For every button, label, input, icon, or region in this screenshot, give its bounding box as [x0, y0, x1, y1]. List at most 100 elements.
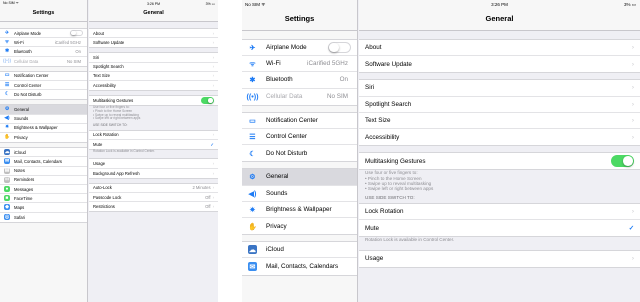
multitasking-gestures-toggle[interactable] — [611, 155, 634, 168]
sidebar-item-icloud[interactable]: ☁ iCloud — [242, 242, 357, 259]
sidebar-item-privacy[interactable]: ✋ Privacy — [242, 218, 357, 234]
row-label: Mail, Contacts, Calendars — [266, 262, 339, 270]
toggle-knob — [71, 30, 76, 36]
general-item-text-size[interactable]: Text Size › — [359, 113, 640, 129]
checkmark-icon: ✓ — [628, 224, 634, 232]
wifi-icon: ᯤ — [249, 58, 256, 68]
sidebar-item-control-center[interactable]: ☰ Control Center — [0, 81, 87, 91]
general-item-accessibility[interactable]: Accessibility › — [89, 81, 218, 90]
carrier-label: No SIM ᯤ — [3, 1, 19, 5]
row-label: Messages — [14, 186, 34, 192]
sidebar-item-brightness-wallpaper[interactable]: ✷ Brightness & Wallpaper — [0, 124, 87, 133]
sidebar-item-bluetooth[interactable]: ✱ Bluetooth On — [0, 47, 87, 57]
chevron-right-icon: › — [212, 30, 214, 36]
general-item-about[interactable]: About › — [89, 29, 218, 39]
general-item-spotlight-search[interactable]: Spotlight Search › — [89, 63, 218, 72]
row-label: Text Size — [365, 116, 391, 124]
general-item-multitasking-gestures[interactable]: Multitasking Gestures — [359, 153, 640, 169]
row-label: Airplane Mode — [266, 44, 307, 52]
sidebar-item-maps[interactable]: ◆ Maps — [0, 203, 87, 213]
row-label: Sounds — [266, 189, 288, 197]
chevron-right-icon: › — [212, 64, 214, 70]
sidebar-item-notes[interactable]: ▤ Notes — [0, 167, 87, 176]
sidebar-item-wi-fi[interactable]: ᯤ Wi-Fi iCarifed 5GHz — [0, 38, 87, 48]
general-item-text-size[interactable]: Text Size › — [89, 72, 218, 81]
sidebar-item-cellular-data[interactable]: ((•)) Cellular Data No SIM — [0, 57, 87, 66]
general-pane: 3:26 PM 3% ▭ General About › Software Upda… — [359, 0, 640, 302]
general-item-auto-lock[interactable]: Auto-Lock 2 Minutes › — [89, 184, 218, 193]
row-value: 2 Minutes — [192, 185, 211, 191]
row-label: Accessibility — [365, 133, 400, 141]
safari-icon: ◎ — [4, 214, 10, 221]
sidebar-item-wi-fi[interactable]: ᯤ Wi-Fi iCarified 5GHz — [242, 56, 357, 73]
sidebar-item-sounds[interactable]: ◀) Sounds — [242, 186, 357, 202]
sidebar-item-sounds[interactable]: ◀) Sounds — [0, 115, 87, 124]
row-label: Cellular Data — [14, 58, 39, 64]
general-item-software-update[interactable]: Software Update › — [359, 56, 640, 72]
general-item-passcode-lock[interactable]: Passcode Lock Off › — [89, 193, 218, 203]
clock-label: 3:26 PM — [146, 1, 161, 6]
sidebar-group-general: ⚙ General ◀) Sounds ✷ Brightness & Wallpaper ✋… — [242, 168, 357, 236]
sidebar-item-notification-center[interactable]: ▭ Notification Center — [0, 72, 87, 81]
sidebar-item-safari[interactable]: ◎ Safari — [0, 213, 87, 222]
row-label: Usage — [93, 160, 106, 166]
sidebar-item-bluetooth[interactable]: ✱ Bluetooth On — [242, 72, 357, 89]
sidebar-item-general[interactable]: ⚙ General — [242, 169, 357, 186]
general-item-spotlight-search[interactable]: Spotlight Search › — [359, 97, 640, 113]
row-label: Brightness & Wallpaper — [266, 205, 332, 213]
sidebar-item-mail-contacts-calendars[interactable]: ✉ Mail, Contacts, Calendars — [242, 258, 357, 274]
sidebar-item-privacy[interactable]: ✋ Privacy — [0, 133, 87, 142]
sidebar-item-cellular-data[interactable]: ((•)) Cellular Data No SIM — [242, 89, 357, 105]
general-item-mute[interactable]: Mute ✓ — [89, 140, 218, 149]
cellular-icon: ((•)) — [2, 58, 12, 64]
hand-icon: ✋ — [248, 221, 257, 231]
sidebar-item-airplane-mode[interactable]: ✈ Airplane Mode — [242, 40, 357, 57]
toggle-knob — [329, 42, 339, 53]
general-item-siri[interactable]: Siri › — [359, 80, 640, 97]
general-item-restrictions[interactable]: Restrictions Off › — [89, 202, 218, 211]
toggle-knob — [208, 98, 213, 104]
general-item-accessibility[interactable]: Accessibility › — [359, 129, 640, 145]
sidebar-item-messages[interactable]: ● Messages — [0, 185, 87, 195]
row-label: Background App Refresh — [93, 170, 140, 176]
control-center-icon: ☰ — [249, 132, 256, 142]
sidebar-item-brightness-wallpaper[interactable]: ✷ Brightness & Wallpaper — [242, 202, 357, 218]
general-item-lock-rotation[interactable]: Lock Rotation › — [89, 131, 218, 140]
settings-title: Settings — [32, 10, 55, 16]
general-item-multitasking-gestures[interactable]: Multitasking Gestures — [89, 96, 218, 105]
chevron-right-icon: › — [212, 204, 214, 210]
row-label: Maps — [14, 204, 25, 210]
side-switch-header: USE SIDE SWITCH TO: — [365, 195, 415, 201]
general-item-mute[interactable]: Mute ✓ — [359, 220, 640, 236]
general-item-lock-rotation[interactable]: Lock Rotation › — [359, 204, 640, 220]
gear-icon: ⚙ — [4, 106, 10, 112]
sidebar-item-control-center[interactable]: ☰ Control Center — [242, 129, 357, 146]
airplane-mode-toggle[interactable] — [70, 29, 83, 37]
sidebar-item-facetime[interactable]: ■ FaceTime — [0, 194, 87, 204]
chevron-right-icon: › — [631, 133, 634, 141]
sidebar-item-mail-contacts-calendars[interactable]: ✉ Mail, Contacts, Calendars — [0, 157, 87, 167]
sidebar-item-airplane-mode[interactable]: ✈ Airplane Mode — [0, 29, 87, 39]
sidebar-item-do-not-disturb[interactable]: ☾ Do Not Disturb — [0, 90, 87, 99]
sidebar-item-reminders[interactable]: ☷ Reminders — [0, 176, 87, 185]
row-label: Mute — [365, 224, 379, 232]
row-label: Wi-Fi — [14, 39, 24, 45]
general-item-usage[interactable]: Usage › — [89, 159, 218, 169]
sidebar-item-notification-center[interactable]: ▭ Notification Center — [242, 113, 357, 129]
general-item-usage[interactable]: Usage › — [359, 251, 640, 267]
general-item-background-app-refresh[interactable]: Background App Refresh › — [89, 169, 218, 178]
general-item-siri[interactable]: Siri › — [89, 53, 218, 63]
sidebar-item-general[interactable]: ⚙ General — [0, 105, 87, 115]
icloud-icon: ☁ — [4, 149, 10, 156]
chevron-right-icon: › — [631, 116, 634, 124]
chevron-right-icon: › — [212, 40, 214, 46]
airplane-mode-toggle[interactable] — [328, 41, 351, 54]
sidebar-item-icloud[interactable]: ☁ iCloud — [0, 148, 87, 158]
multitasking-gestures-toggle[interactable] — [201, 97, 214, 105]
sidebar-item-do-not-disturb[interactable]: ☾ Do Not Disturb — [242, 145, 357, 161]
row-label: General — [266, 173, 289, 181]
general-item-software-update[interactable]: Software Update › — [89, 38, 218, 47]
general-item-about[interactable]: About › — [359, 40, 640, 57]
bluetooth-icon: ✱ — [249, 75, 256, 85]
sidebar-group-general: ⚙ General ◀) Sounds ✷ Brightness & Wallpaper ✋… — [0, 104, 87, 144]
